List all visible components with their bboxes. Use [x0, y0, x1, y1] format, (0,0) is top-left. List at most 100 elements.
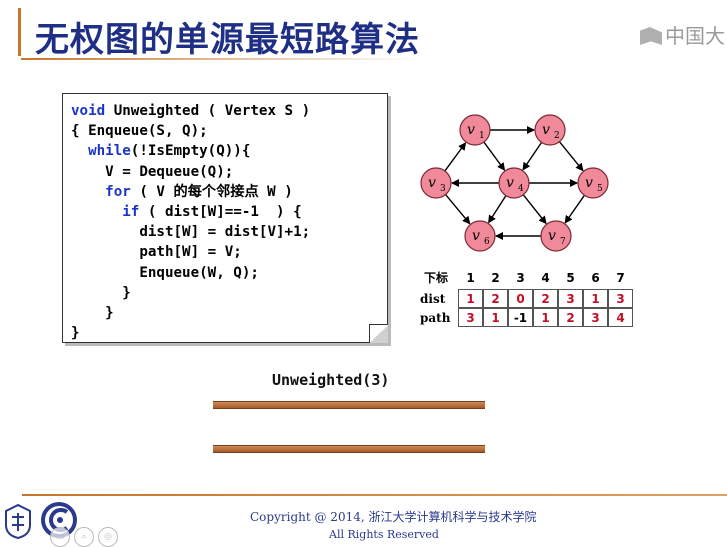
graph-diagram: v 1 v 2v 3 v 4 v 5v 6 v 7 [420, 114, 609, 252]
graph-node-subscript: 3 [440, 184, 446, 194]
code-card: void Unweighted ( Vertex S ) { Enqueue(S,… [62, 93, 388, 343]
index-header: 1 [466, 271, 475, 285]
code-text: V = Dequeue(Q); [71, 163, 234, 180]
graph-node-label: v [548, 228, 556, 244]
index-header: 4 [541, 271, 550, 285]
code-text: { Enqueue(S, Q); [71, 123, 208, 140]
graph-node-v2: v2 [534, 114, 566, 146]
table-cell-dist: 3 [608, 289, 633, 308]
graph-node-label: v [428, 175, 436, 191]
code-text: dist[W] = dist[V]+1; [71, 224, 311, 241]
table-cell-path: 2 [558, 308, 583, 327]
code-text: Unweighted ( Vertex S ) [113, 103, 311, 119]
media-control-icon[interactable]: ▭ [50, 527, 70, 547]
table-cell-path: 1 [533, 308, 558, 327]
table-cell-path: 3 [458, 308, 483, 327]
graph-node-label: v [585, 175, 593, 191]
table-cell-dist: 2 [483, 289, 508, 308]
queue-bar-bottom [213, 445, 485, 453]
index-header: 2 [491, 271, 500, 285]
table-cell-path: -1 [508, 308, 533, 327]
code-keyword: if [71, 204, 140, 220]
code-line: for ( V 的每个邻接点 W ) [71, 182, 293, 202]
code-line: dist[W] = dist[V]+1; [71, 222, 310, 242]
player-controls[interactable]: ▭ ⌕ ◎ [50, 527, 118, 547]
index-header: 7 [616, 271, 625, 285]
index-header-label: 下标 [423, 271, 448, 285]
mooc-logo-icon [640, 27, 662, 45]
search-icon[interactable]: ⌕ [74, 527, 94, 547]
page-curl-corner [369, 324, 388, 343]
graph-node-v6: v6 [464, 220, 496, 252]
table-cell-dist: 2 [533, 289, 558, 308]
graph-edge-v2-v4 [522, 142, 543, 171]
code-text: path[W] = V; [71, 244, 242, 261]
code-keyword: void [71, 103, 114, 119]
code-text: ( dist[W]==-1 ) { [139, 204, 302, 220]
graph-edge-v5-v7 [564, 194, 585, 224]
speed-icon[interactable]: ◎ [98, 527, 118, 547]
code-keyword: for [71, 183, 131, 200]
code-text: } [71, 284, 131, 301]
code-text: Enqueue(W, Q); [71, 264, 259, 281]
index-header: 3 [516, 271, 525, 285]
graph-edge-v3-v6 [445, 194, 471, 225]
row-label-path: path [420, 311, 451, 325]
table-cell-path: 3 [583, 308, 608, 327]
graph-node-v1: v1 [459, 114, 491, 146]
graph-node-subscript: 6 [484, 237, 490, 247]
graph-node-subscript: 7 [560, 237, 566, 247]
graph-node-subscript: 5 [597, 184, 603, 194]
code-line: } [71, 283, 131, 303]
title-underline [21, 58, 421, 60]
code-line: path[W] = V; [71, 242, 242, 262]
copyright-text: Copyright @ 2014, 浙江大学计算机科学与技术学院 [250, 510, 537, 524]
table-cell-dist: 3 [558, 289, 583, 308]
slide-title: 无权图的单源最短路算法 [35, 20, 420, 60]
table-cell-dist: 1 [583, 289, 608, 308]
graph-edge-v4-v6 [488, 195, 507, 224]
rights-text: All Rights Reserved [329, 528, 439, 541]
watermark: 中国大 [640, 20, 727, 56]
queue-bar-top [213, 401, 485, 409]
table-cell-dist: 1 [458, 289, 483, 308]
graph-node-label: v [542, 122, 550, 138]
title-bar: 无权图的单源最短路算法 [18, 8, 621, 60]
table-cell-dist: 0 [508, 289, 533, 308]
graph-node-v7: v7 [540, 220, 572, 252]
index-header: 6 [591, 271, 600, 285]
index-header: 5 [566, 271, 575, 285]
function-call-label: Unweighted(3) [272, 371, 390, 389]
graph-edge-v1-v4 [483, 141, 506, 171]
graph-node-v3: v3 [420, 167, 452, 199]
graph-node-subscript: 2 [554, 131, 560, 141]
graph-node-label: v [472, 228, 480, 244]
code-line: void Unweighted ( Vertex S ) [71, 101, 310, 121]
graph-node-subscript: 1 [479, 131, 485, 141]
code-line: { Enqueue(S, Q); [71, 121, 208, 141]
table-cell-path: 4 [608, 308, 633, 327]
graph-edge-v3-v1 [444, 142, 467, 172]
code-text: } [71, 325, 80, 342]
footer-rule [22, 494, 727, 496]
code-line: V = Dequeue(Q); [71, 162, 233, 182]
graph-node-v5: v5 [577, 167, 609, 199]
row-label-dist: dist [420, 292, 446, 306]
graph-node-label: v [506, 175, 514, 191]
code-line: while(!IsEmpty(Q)){ [71, 141, 250, 161]
code-keyword: while [71, 143, 131, 160]
code-line: Enqueue(W, Q); [71, 263, 259, 283]
code-text: (!IsEmpty(Q)){ [130, 143, 251, 160]
graph-edge-v4-v7 [522, 194, 547, 225]
code-text: ( V 的每个邻接点 W ) [130, 183, 293, 200]
graph-edge-v2-v5 [558, 141, 584, 172]
code-text: } [71, 305, 114, 321]
code-line: if ( dist[W]==-1 ) { [71, 202, 302, 222]
graph-node-label: v [467, 122, 475, 138]
code-line: } [71, 323, 80, 343]
table-cell-path: 1 [483, 308, 508, 327]
code-line: } [71, 303, 114, 323]
watermark-text: 中国大 [665, 24, 725, 48]
zju-seal-icon [5, 503, 31, 539]
graph-node-v4: v4 [498, 167, 530, 199]
